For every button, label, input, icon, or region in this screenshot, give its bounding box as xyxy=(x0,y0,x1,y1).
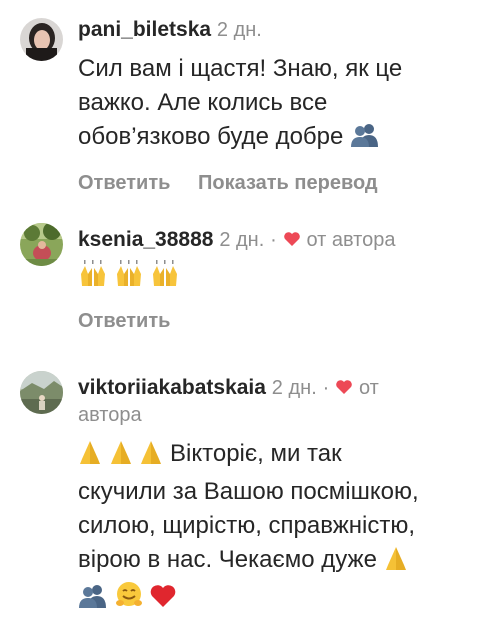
comment-time: 2 дн. xyxy=(219,229,265,251)
raised-hands-icon xyxy=(78,260,108,299)
liked-by-author-label: от автора xyxy=(306,229,396,251)
folded-hands-icon xyxy=(78,439,102,475)
username[interactable]: viktoriiakabatskaia xyxy=(78,376,266,399)
hugging-people-icon xyxy=(78,583,108,619)
avatar[interactable] xyxy=(20,18,63,61)
red-heart-icon xyxy=(149,583,177,619)
show-translation-button[interactable]: Показать перевод xyxy=(198,172,378,194)
folded-hands-icon xyxy=(109,439,133,475)
liked-by-author-label: автора xyxy=(78,404,142,426)
hugging-face-icon xyxy=(115,581,143,619)
avatar[interactable] xyxy=(20,223,63,266)
liked-by-author-label: от xyxy=(358,377,379,399)
avatar[interactable] xyxy=(20,371,63,414)
heart-icon xyxy=(283,225,301,246)
folded-hands-icon xyxy=(384,545,408,581)
comment-text-line: Вікторіє, ми так xyxy=(170,440,342,467)
comment-time: 2 дн. xyxy=(216,19,262,41)
emoji-row xyxy=(78,260,465,294)
comment-text-line: важко. Але колись все xyxy=(78,89,328,116)
username[interactable]: pani_biletska xyxy=(78,18,211,41)
folded-hands-icon xyxy=(139,439,163,475)
comment-time: 2 дн. xyxy=(271,377,317,399)
username[interactable]: ksenia_38888 xyxy=(78,228,213,251)
raised-hands-icon xyxy=(114,260,144,299)
reply-button[interactable]: Ответить xyxy=(78,172,170,194)
comment-2: ksenia_38888 2 дн. · от автора Ответить xyxy=(0,210,479,340)
comment-text-line: скучили за Вашою посмішкою, xyxy=(78,478,419,505)
comment-text-line: вірою в нас. Чекаємо дуже xyxy=(78,546,377,573)
comment-text-line: Сил вам і щастя! Знаю, як це xyxy=(78,55,403,82)
separator-dot: · xyxy=(270,229,277,251)
raised-hands-icon xyxy=(150,260,180,299)
comment-1: pani_biletska 2 дн. Сил вам і щастя! Зна… xyxy=(0,0,479,194)
separator-dot: · xyxy=(322,377,330,399)
comment-3: viktoriiakabatskaia 2 дн. · от автора Ві… xyxy=(0,358,479,608)
heart-icon xyxy=(335,373,353,394)
hugging-people-icon xyxy=(350,122,380,158)
comment-text-line: силою, щирістю, справжністю, xyxy=(78,512,415,539)
reply-button[interactable]: Ответить xyxy=(78,310,170,332)
comment-text-line: обов’язково буде добре xyxy=(78,123,344,150)
